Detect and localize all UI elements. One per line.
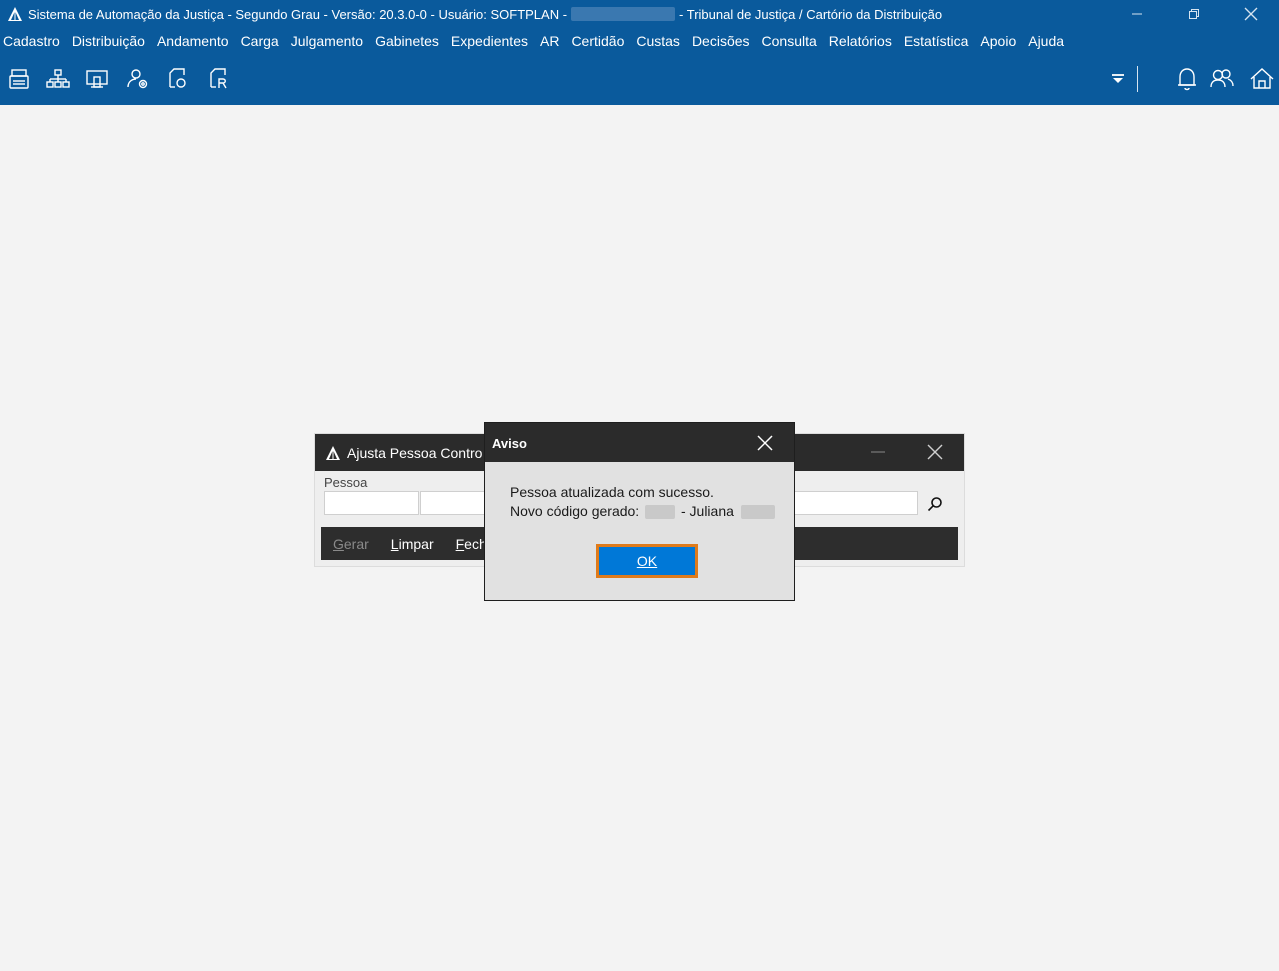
org-chart-icon — [46, 69, 70, 88]
ajusta-pessoa-close-button[interactable] — [920, 442, 950, 462]
aviso-code-label: Novo código gerado: — [510, 503, 640, 519]
menu-relatorios[interactable]: Relatórios — [829, 33, 892, 49]
aviso-title: Aviso — [492, 436, 527, 451]
pessoa-label: Pessoa — [324, 475, 368, 490]
minimize-icon — [871, 451, 885, 453]
menu-cadastro[interactable]: Cadastro — [3, 33, 60, 49]
title-bar: Sistema de Automação da Justiça - Segund… — [0, 0, 1279, 28]
menu-ar[interactable]: AR — [540, 33, 559, 49]
screen-icon — [86, 70, 108, 88]
close-icon — [757, 435, 773, 451]
printer-icon — [9, 69, 29, 89]
toolbar-button-print[interactable] — [6, 66, 32, 92]
window-title-main: Sistema de Automação da Justiça - Segund… — [28, 6, 568, 22]
window-controls — [1108, 0, 1279, 28]
app-logo-icon — [326, 445, 340, 460]
menu-expedientes[interactable]: Expedientes — [451, 33, 528, 49]
gerar-mnemonic: G — [333, 535, 344, 552]
aviso-title-bar: Aviso — [485, 423, 794, 462]
minimize-button[interactable] — [1108, 0, 1165, 28]
toolbar-separator — [1137, 66, 1138, 92]
limpar-button[interactable]: Limpar — [391, 536, 434, 552]
redacted-surname — [740, 505, 775, 520]
fechar-mnemonic: F — [455, 535, 465, 552]
toolbar — [0, 54, 1279, 105]
toolbar-button-screen[interactable] — [84, 66, 110, 92]
redacted-code — [645, 505, 676, 520]
toolbar-button-document-r[interactable] — [206, 66, 232, 92]
app-logo-icon — [8, 7, 22, 21]
toolbar-button-home[interactable] — [1249, 66, 1275, 92]
menu-estatistica[interactable]: Estatística — [904, 33, 969, 49]
close-icon — [927, 444, 943, 460]
aviso-person-name: - Juliana — [680, 503, 734, 519]
aviso-close-button[interactable] — [751, 433, 779, 453]
toolbar-button-document-o[interactable] — [165, 66, 191, 92]
window-title: Sistema de Automação da Justiça - Segund… — [28, 7, 942, 22]
aviso-message-line1: Pessoa atualizada com sucesso. — [510, 484, 714, 500]
menu-gabinetes[interactable]: Gabinetes — [375, 33, 439, 49]
limpar-label: impar — [398, 535, 434, 552]
menu-julgamento[interactable]: Julgamento — [291, 33, 363, 49]
redacted-field — [571, 7, 676, 21]
menu-consulta[interactable]: Consulta — [762, 33, 817, 49]
menu-certidao[interactable]: Certidão — [571, 33, 624, 49]
pessoa-search-button[interactable] — [923, 492, 947, 516]
limpar-mnemonic: L — [390, 535, 399, 552]
close-button[interactable] — [1222, 0, 1279, 28]
document-r-icon — [210, 68, 227, 89]
minimize-icon — [1131, 13, 1142, 15]
menu-bar: Cadastro Distribuição Andamento Carga Ju… — [0, 28, 1279, 54]
menu-custas[interactable]: Custas — [636, 33, 680, 49]
aviso-dialog: Aviso Pessoa atualizada com sucesso. Nov… — [484, 422, 795, 601]
toolbar-button-user-settings[interactable] — [125, 66, 151, 92]
pessoa-code-input[interactable] — [324, 491, 419, 515]
aviso-message: Pessoa atualizada com sucesso. Novo códi… — [510, 483, 775, 521]
toolbar-button-users[interactable] — [1209, 66, 1235, 92]
fechar-button[interactable]: Fech — [456, 536, 487, 552]
document-o-icon — [169, 68, 186, 88]
window-title-rest: - Tribunal de Justiça / Cartório da Dist… — [679, 6, 943, 22]
search-icon — [927, 497, 942, 512]
menu-ajuda[interactable]: Ajuda — [1028, 33, 1064, 49]
ajusta-pessoa-title: Ajusta Pessoa Contro — [347, 444, 483, 461]
menu-decisoes[interactable]: Decisões — [692, 33, 750, 49]
filter-icon — [1112, 74, 1124, 83]
toolbar-button-filter[interactable] — [1105, 66, 1131, 92]
users-icon — [1210, 69, 1234, 88]
home-icon — [1250, 68, 1274, 89]
ok-mnemonic: O — [636, 553, 648, 569]
user-settings-icon — [127, 69, 148, 89]
close-icon — [1244, 7, 1257, 21]
menu-apoio[interactable]: Apoio — [980, 33, 1016, 49]
menu-andamento[interactable]: Andamento — [157, 33, 229, 49]
gerar-label: erar — [343, 535, 369, 552]
aviso-message-line2: Novo código gerado: - Juliana — [510, 502, 775, 521]
ok-label-rest: K — [647, 553, 658, 569]
ok-button-label: OK — [637, 553, 657, 569]
toolbar-button-structure[interactable] — [45, 66, 71, 92]
bell-icon — [1178, 68, 1196, 91]
toolbar-button-notifications[interactable] — [1174, 66, 1200, 92]
menu-carga[interactable]: Carga — [241, 33, 279, 49]
ok-button[interactable]: OK — [596, 544, 698, 578]
ajusta-pessoa-minimize-button[interactable] — [863, 442, 893, 462]
gerar-button[interactable]: Gerar — [333, 536, 369, 552]
menu-distribuicao[interactable]: Distribuição — [72, 33, 145, 49]
restore-button[interactable] — [1165, 0, 1222, 28]
restore-icon — [1188, 9, 1199, 19]
